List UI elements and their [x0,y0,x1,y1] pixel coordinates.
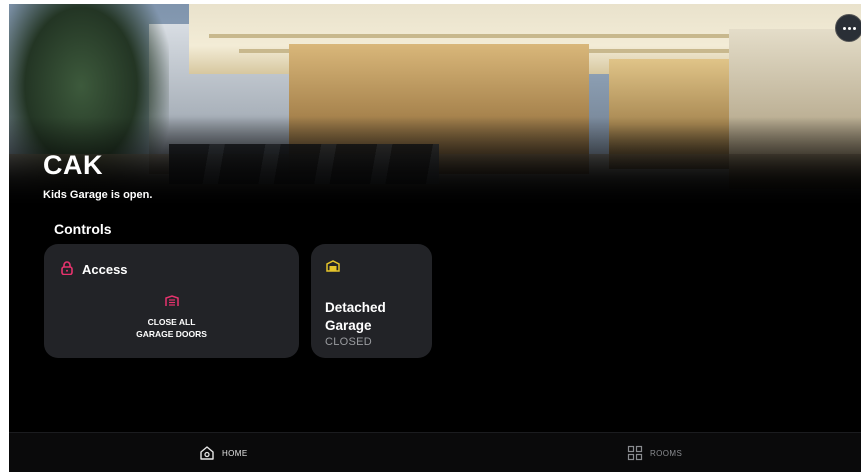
garage-door-icon [165,295,179,306]
nav-home-label: HOME [222,448,248,458]
device-frame: CAK Kids Garage is open. Controls Access… [0,0,864,472]
detached-garage-card[interactable]: Detached Garage CLOSED [311,244,432,358]
garage-status: CLOSED [325,336,373,348]
grid-icon [627,445,643,461]
controls-heading: Controls [54,221,112,237]
close-all-garage-doors-label: CLOSE ALL GARAGE DOORS [136,317,207,339]
nav-rooms-tab[interactable]: ROOMS [627,433,682,472]
more-dots-icon [842,26,846,30]
bottom-navigation: HOME ROOMS [9,432,861,472]
home-status: Kids Garage is open. [43,189,153,201]
garage-door-icon [326,260,340,272]
home-icon [200,446,214,460]
more-options-button[interactable] [835,14,861,42]
access-label: Access [82,262,128,277]
lock-icon [61,261,73,275]
garage-name: Detached Garage [325,300,386,333]
nav-home-tab[interactable]: HOME [199,433,248,472]
home-title: CAK [43,150,103,180]
access-card[interactable]: Access CLOSE ALL GARAGE DOORS [44,244,299,358]
nav-rooms-label: ROOMS [650,448,683,458]
hero-image [9,4,861,209]
app-screen: CAK Kids Garage is open. Controls Access… [9,4,861,472]
